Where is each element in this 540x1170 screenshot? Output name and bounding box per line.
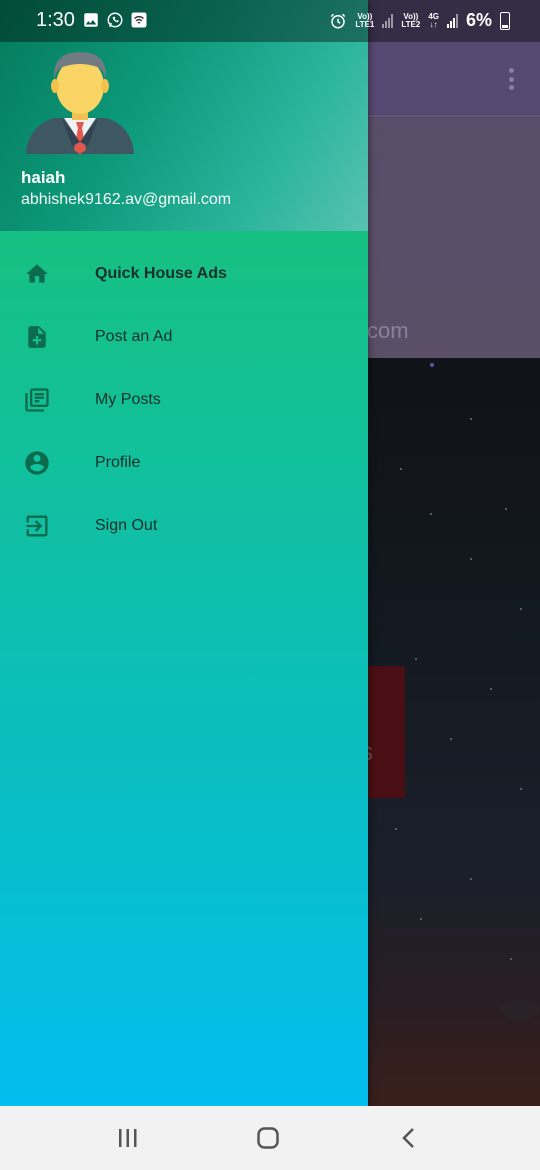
menu-item-my-posts[interactable]: My Posts (0, 368, 368, 431)
home-button-icon[interactable] (248, 1124, 288, 1152)
home-icon (23, 260, 51, 288)
recent-apps-icon[interactable] (108, 1124, 148, 1152)
alarm-icon (329, 12, 347, 30)
menu-item-label: Post an Ad (95, 327, 173, 345)
status-time: 1:30 (36, 9, 75, 31)
overflow-menu-icon[interactable] (508, 68, 514, 90)
signal-sim1-icon (382, 13, 394, 28)
drawer-menu: Quick House Ads Post an Ad My Posts Prof… (0, 242, 368, 557)
menu-item-sign-out[interactable]: Sign Out (0, 494, 368, 557)
signal-sim2-icon (446, 13, 458, 28)
menu-item-label: My Posts (95, 390, 161, 408)
menu-item-label: Quick House Ads (95, 264, 227, 282)
menu-item-label: Sign Out (95, 516, 158, 534)
background-cloud (500, 1000, 540, 1020)
back-icon[interactable] (388, 1124, 428, 1152)
status-right-icons: Vo)) LTE1 Vo)) LTE2 4G ↓↑ 6% (329, 10, 510, 31)
menu-item-profile[interactable]: Profile (0, 431, 368, 494)
sim1-label: Vo)) LTE1 (355, 11, 375, 29)
user-name: haiah (21, 168, 66, 187)
network-type: 4G ↓↑ (428, 11, 439, 29)
status-bar: 1:30 Vo)) LTE1 Vo)) LTE2 4G ↓↑ 6% (0, 0, 540, 42)
menu-item-post-an-ad[interactable]: Post an Ad (0, 305, 368, 368)
menu-item-quick-house-ads[interactable]: Quick House Ads (0, 242, 368, 305)
user-email: abhishek9162.av@gmail.com (21, 191, 232, 208)
sim2-label: Vo)) LTE2 (401, 11, 421, 29)
account-circle-icon (23, 449, 51, 477)
battery-icon (500, 11, 510, 30)
navigation-drawer: haiah abhishek9162.av@gmail.com Quick Ho… (0, 0, 368, 1106)
battery-percent: 6% (465, 10, 492, 30)
notification-icons (82, 11, 148, 29)
system-nav-bar (0, 1106, 540, 1170)
menu-item-label: Profile (95, 453, 141, 471)
whatsapp-icon (106, 11, 124, 29)
sign-out-icon (23, 512, 51, 540)
add-document-icon (23, 323, 51, 351)
wifi-icon (130, 11, 148, 29)
image-icon (82, 11, 100, 29)
avatar[interactable] (24, 46, 136, 158)
library-books-icon (23, 386, 51, 414)
